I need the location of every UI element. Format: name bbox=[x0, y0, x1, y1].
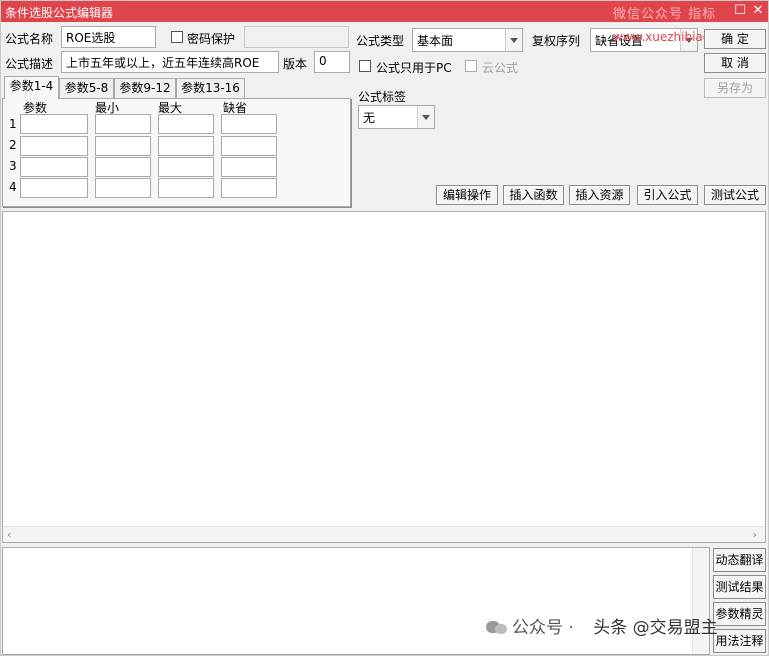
formula-tag-select[interactable]: 无 bbox=[358, 105, 435, 129]
titlebar-watermark: 微信公众号 指标 bbox=[613, 7, 717, 22]
param-row-label: 2 bbox=[9, 138, 17, 152]
tab-params-5-8[interactable]: 参数5-8 bbox=[59, 78, 114, 98]
pc-only-checkbox[interactable] bbox=[359, 60, 371, 72]
param-3-min-input[interactable] bbox=[95, 157, 151, 177]
param-1-min-input[interactable] bbox=[95, 114, 151, 134]
window-title: 条件选股公式编辑器 bbox=[5, 6, 114, 20]
import-formula-button[interactable]: 引入公式 bbox=[637, 185, 698, 205]
usage-notes-button[interactable]: 用法注释 bbox=[713, 629, 766, 653]
cloud-formula-checkbox[interactable] bbox=[465, 60, 477, 72]
horizontal-scrollbar[interactable]: ‹ › bbox=[3, 526, 765, 542]
param-4-name-input[interactable] bbox=[20, 178, 88, 198]
formula-type-value: 基本面 bbox=[417, 34, 454, 48]
dynamic-translate-button[interactable]: 动态翻译 bbox=[713, 548, 766, 572]
chevron-down-icon[interactable] bbox=[417, 106, 434, 128]
param-1-max-input[interactable] bbox=[158, 114, 214, 134]
insert-function-button[interactable]: 插入函数 bbox=[503, 185, 564, 205]
watermark-right: 头条 @交易盟主 bbox=[593, 618, 718, 638]
tab-params-9-12[interactable]: 参数9-12 bbox=[114, 78, 176, 98]
confirm-button[interactable]: 确 定 bbox=[704, 29, 766, 49]
formula-code-editor[interactable]: ‹ › bbox=[2, 211, 766, 543]
version-label: 版本 bbox=[283, 57, 308, 71]
rights-series-label: 复权序列 bbox=[532, 34, 581, 48]
param-2-name-input[interactable] bbox=[20, 136, 88, 156]
password-checkbox[interactable] bbox=[171, 31, 183, 43]
param-2-default-input[interactable] bbox=[221, 136, 277, 156]
formula-tag-value: 无 bbox=[363, 111, 376, 125]
param-4-default-input[interactable] bbox=[221, 178, 277, 198]
formula-type-select[interactable]: 基本面 bbox=[412, 28, 523, 52]
version-input[interactable]: 0 bbox=[314, 51, 350, 73]
output-panel[interactable] bbox=[2, 547, 710, 655]
param-3-default-input[interactable] bbox=[221, 157, 277, 177]
edit-ops-button[interactable]: 编辑操作 bbox=[436, 185, 498, 205]
formula-editor-window: 条件选股公式编辑器 微信公众号 指标 ☐ ✕ 公式名称 ROE选股 密码保护 公… bbox=[0, 0, 769, 656]
restore-icon[interactable]: ☐ bbox=[731, 2, 749, 20]
param-row-label: 1 bbox=[9, 117, 17, 131]
watermark-left: 公众号 · bbox=[512, 618, 580, 638]
watermark: 公众号 · 头条 @交易盟主 bbox=[486, 613, 718, 638]
scroll-right-icon[interactable]: › bbox=[753, 527, 757, 543]
scroll-left-icon[interactable]: ‹ bbox=[7, 527, 11, 543]
close-icon[interactable]: ✕ bbox=[749, 2, 767, 20]
formula-name-input[interactable]: ROE选股 bbox=[61, 26, 156, 48]
cancel-button[interactable]: 取 消 bbox=[704, 53, 766, 73]
test-result-button[interactable]: 测试结果 bbox=[713, 575, 766, 599]
param-row-label: 3 bbox=[9, 159, 17, 173]
param-table: 参数 最小 最大 缺省 1 2 3 4 bbox=[2, 98, 351, 207]
pc-only-label: 公式只用于PC bbox=[376, 61, 452, 75]
tab-params-1-4[interactable]: 参数1-4 bbox=[4, 76, 59, 99]
title-bar[interactable]: 条件选股公式编辑器 微信公众号 指标 ☐ ✕ bbox=[1, 1, 768, 22]
param-2-min-input[interactable] bbox=[95, 136, 151, 156]
param-3-max-input[interactable] bbox=[158, 157, 214, 177]
formula-name-label: 公式名称 bbox=[5, 32, 54, 46]
vertical-scrollbar[interactable] bbox=[692, 548, 709, 654]
param-1-name-input[interactable] bbox=[20, 114, 88, 134]
formula-desc-label: 公式描述 bbox=[5, 57, 54, 71]
cloud-formula-label: 云公式 bbox=[482, 61, 519, 75]
chevron-down-icon[interactable] bbox=[505, 29, 522, 51]
param-3-name-input[interactable] bbox=[20, 157, 88, 177]
param-row-label: 4 bbox=[9, 180, 17, 194]
param-wizard-button[interactable]: 参数精灵 bbox=[713, 602, 766, 626]
formula-tag-label: 公式标签 bbox=[358, 90, 407, 104]
tab-params-13-16[interactable]: 参数13-16 bbox=[176, 78, 245, 98]
formula-desc-input[interactable]: 上市五年或以上，近五年连续高ROE bbox=[61, 51, 279, 73]
password-label: 密码保护 bbox=[187, 32, 236, 46]
insert-resource-button[interactable]: 插入资源 bbox=[569, 185, 630, 205]
param-4-max-input[interactable] bbox=[158, 178, 214, 198]
wechat-icon bbox=[486, 618, 508, 636]
test-formula-button[interactable]: 测试公式 bbox=[704, 185, 766, 205]
param-2-max-input[interactable] bbox=[158, 136, 214, 156]
param-1-default-input[interactable] bbox=[221, 114, 277, 134]
formula-type-label: 公式类型 bbox=[356, 34, 405, 48]
save-as-button[interactable]: 另存为 bbox=[704, 78, 766, 98]
password-input[interactable] bbox=[244, 26, 349, 48]
param-4-min-input[interactable] bbox=[95, 178, 151, 198]
